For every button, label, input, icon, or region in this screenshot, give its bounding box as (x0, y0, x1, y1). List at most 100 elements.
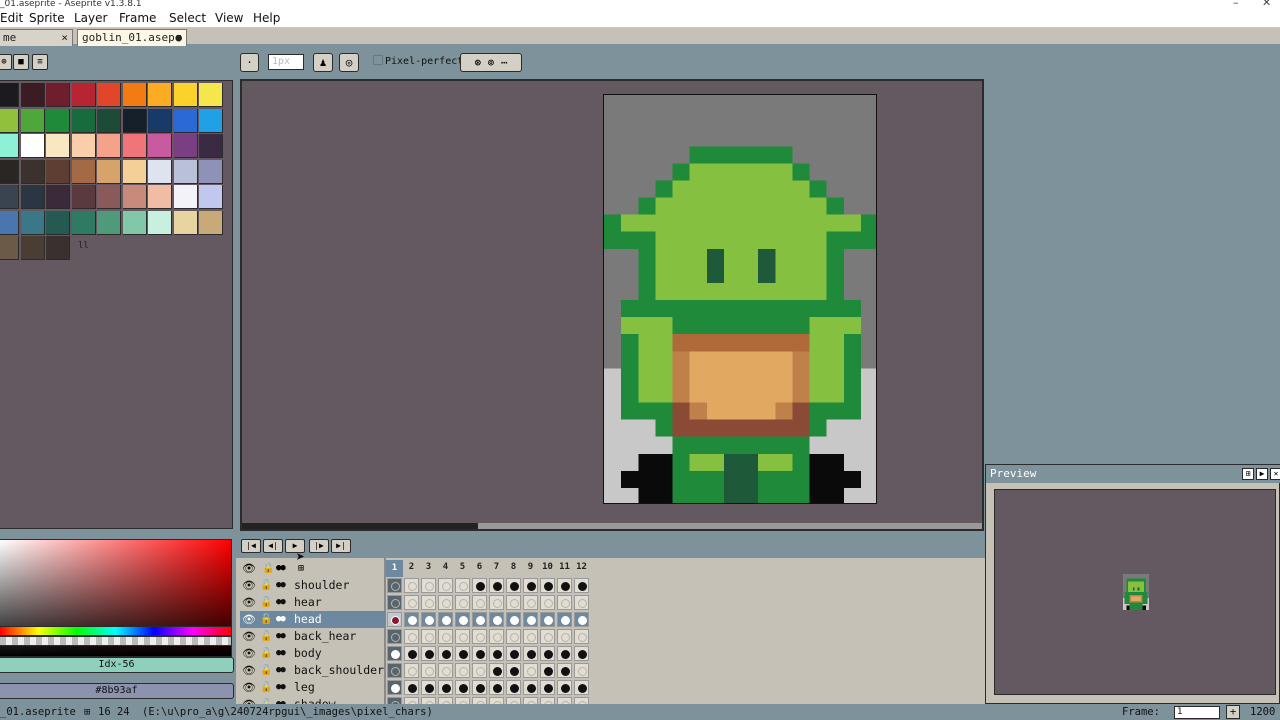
frame-number[interactable]: 3 (420, 562, 437, 572)
pixel-perfect-checkbox[interactable] (373, 55, 383, 65)
palette-swatch[interactable] (173, 108, 198, 133)
menu-layer[interactable]: Layer (74, 11, 107, 25)
palette-swatch[interactable] (122, 159, 147, 184)
timeline-cel[interactable] (404, 646, 419, 661)
frame-number[interactable]: 6 (471, 562, 488, 572)
previous-frame-icon[interactable]: ◀| (263, 539, 283, 553)
palette-swatch[interactable] (97, 108, 121, 133)
timeline-cel[interactable] (574, 680, 589, 695)
timeline-cel[interactable] (523, 612, 538, 627)
menu-help[interactable]: Help (253, 11, 280, 25)
symmetry-buttons[interactable]: ⊛ ⊚ ⋯ (460, 53, 522, 72)
timeline-cel[interactable] (387, 578, 402, 593)
timeline-cel[interactable] (540, 663, 555, 678)
palette-swatch[interactable] (97, 185, 121, 209)
lock-icon[interactable]: 🔓 (260, 594, 272, 611)
alpha-slider[interactable] (0, 636, 232, 646)
brush-size-input[interactable]: 1px (268, 54, 304, 70)
palette-swatch[interactable] (0, 83, 19, 107)
timeline-cel[interactable] (574, 663, 589, 678)
menu-select[interactable]: Select (169, 11, 206, 25)
menu-edit[interactable]: Edit (0, 11, 23, 25)
layer-row[interactable]: 👁 🔓 ●● back_hear (240, 628, 386, 645)
palette-swatch[interactable] (20, 83, 45, 107)
timeline-cel[interactable] (472, 663, 487, 678)
palette-swatch[interactable] (199, 210, 223, 235)
timeline-cel[interactable] (472, 680, 487, 695)
timeline-cel[interactable] (387, 629, 402, 644)
timeline-cel[interactable] (489, 646, 504, 661)
layer-row[interactable]: 👁 🔓 ●● hear (240, 594, 386, 611)
sprite-canvas[interactable] (603, 94, 877, 504)
menu-view[interactable]: View (215, 11, 243, 25)
timeline-cel[interactable] (472, 629, 487, 644)
palette-swatch[interactable] (46, 185, 70, 209)
eye-icon[interactable]: 👁 (242, 577, 256, 594)
timeline-cel[interactable] (404, 663, 419, 678)
scrollbar-thumb[interactable] (242, 523, 478, 529)
lock-icon[interactable]: 🔓 (260, 611, 272, 628)
preview-close-icon[interactable]: ✕ (1270, 468, 1280, 480)
palette-swatch[interactable] (97, 159, 121, 184)
last-frame-icon[interactable]: ▶| (331, 539, 351, 553)
frame-number[interactable]: 12 (573, 562, 590, 572)
timeline-cel[interactable] (438, 629, 453, 644)
palette-swatch[interactable] (0, 159, 19, 184)
palette-swatch[interactable] (97, 83, 121, 107)
eye-icon[interactable]: 👁 (242, 560, 256, 577)
palette-swatch[interactable] (122, 83, 147, 107)
palette-swatch[interactable] (71, 185, 96, 209)
timeline-cel[interactable] (404, 578, 419, 593)
timeline-cel[interactable] (387, 612, 402, 627)
timeline-cel[interactable] (387, 680, 402, 695)
layer-row[interactable]: 👁 🔓 ●● body (240, 645, 386, 662)
timeline-cel[interactable] (540, 595, 555, 610)
palette-swatch[interactable] (0, 108, 19, 133)
timeline-cel[interactable] (540, 612, 555, 627)
timeline-cel[interactable] (455, 663, 470, 678)
timeline-cel[interactable] (506, 629, 521, 644)
timeline-cel[interactable] (506, 646, 521, 661)
layer-row[interactable]: 👁 🔓 ●● leg (240, 679, 386, 696)
timeline-cel[interactable] (489, 680, 504, 695)
palette-swatch[interactable] (199, 185, 223, 209)
timeline-cel[interactable] (438, 680, 453, 695)
palette-swatch[interactable] (122, 210, 147, 235)
timeline-cel[interactable] (455, 578, 470, 593)
palette-menu-icon[interactable]: ≡ (32, 54, 48, 70)
timeline-cel[interactable] (455, 680, 470, 695)
continuous-icon[interactable]: ●● (276, 628, 286, 645)
lock-icon[interactable]: 🔓 (260, 645, 272, 662)
palette-swatch[interactable] (46, 210, 70, 235)
timeline-cel[interactable] (557, 578, 572, 593)
timeline-cel[interactable] (472, 595, 487, 610)
layer-row[interactable]: 👁 🔓 ●● back_shoulder (240, 662, 386, 679)
frame-input[interactable]: 1 (1174, 706, 1220, 719)
lock-icon[interactable]: 🔓 (260, 679, 272, 696)
frame-number[interactable]: 11 (556, 562, 573, 572)
palette-index-field[interactable]: Idx-56 (0, 657, 234, 673)
timeline-cel[interactable] (387, 663, 402, 678)
lock-icon[interactable]: 🔒 (262, 560, 274, 577)
timeline-cel[interactable] (455, 595, 470, 610)
timeline-cel[interactable] (387, 595, 402, 610)
modified-dot-icon[interactable]: ● (175, 30, 182, 45)
palette-swatch[interactable] (148, 159, 172, 184)
palette-swatch[interactable] (148, 134, 172, 158)
timeline-cel[interactable] (421, 680, 436, 695)
timeline-cel[interactable] (455, 612, 470, 627)
timeline-cel[interactable] (540, 646, 555, 661)
close-tab-icon[interactable]: × (61, 30, 68, 45)
zoom-level[interactable]: 1200 (1250, 704, 1275, 720)
timeline-cel[interactable] (557, 646, 572, 661)
timeline-cel[interactable] (489, 595, 504, 610)
preview-expand-icon[interactable]: ⊞ (1242, 468, 1254, 480)
timeline-cel[interactable] (438, 578, 453, 593)
continuous-icon[interactable]: ●● (276, 594, 286, 611)
timeline-cel[interactable] (438, 595, 453, 610)
palette-swatch[interactable] (173, 210, 198, 235)
palette-swatch[interactable] (0, 185, 19, 209)
timeline-cel[interactable] (421, 612, 436, 627)
timeline-cel[interactable] (557, 663, 572, 678)
frame-number[interactable]: 5 (454, 562, 471, 572)
